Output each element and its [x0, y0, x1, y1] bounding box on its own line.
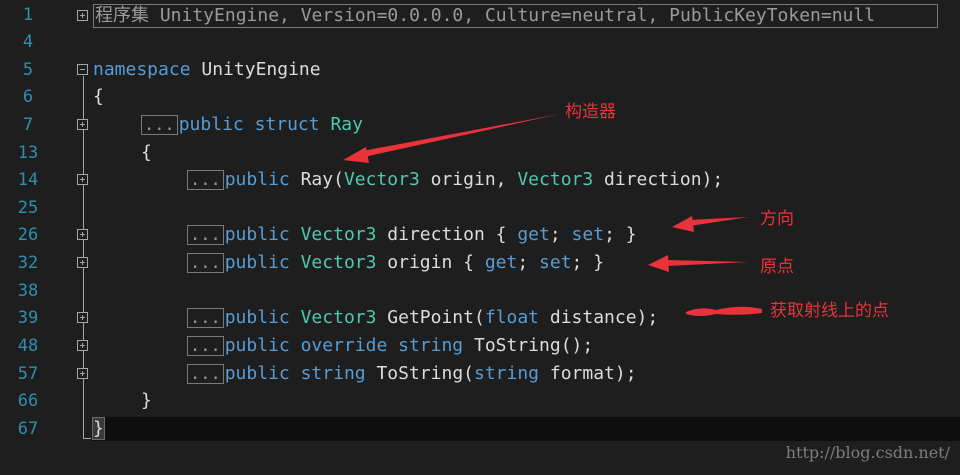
annotation-arrows — [343, 114, 762, 316]
direction-arrow-icon — [672, 216, 694, 232]
annotation-constructor: 构造器 — [565, 102, 616, 122]
direction-arrow-shaft — [689, 217, 748, 226]
getpoint-marker-stroke — [686, 306, 762, 316]
annotation-direction: 方向 — [760, 209, 794, 229]
annotation-origin: 原点 — [760, 257, 794, 277]
code-editor[interactable]: 1 4 5 6 7 13 14 25 26 32 38 39 48 57 66 … — [0, 0, 960, 475]
origin-arrow-shaft — [667, 260, 748, 266]
constructor-arrow-icon — [343, 147, 369, 163]
constructor-arrow-shaft — [362, 114, 560, 157]
watermark: http://blog.csdn.net/ — [785, 443, 950, 462]
annotation-get-point: 获取射线上的点 — [770, 301, 889, 321]
origin-arrow-icon — [648, 255, 669, 272]
